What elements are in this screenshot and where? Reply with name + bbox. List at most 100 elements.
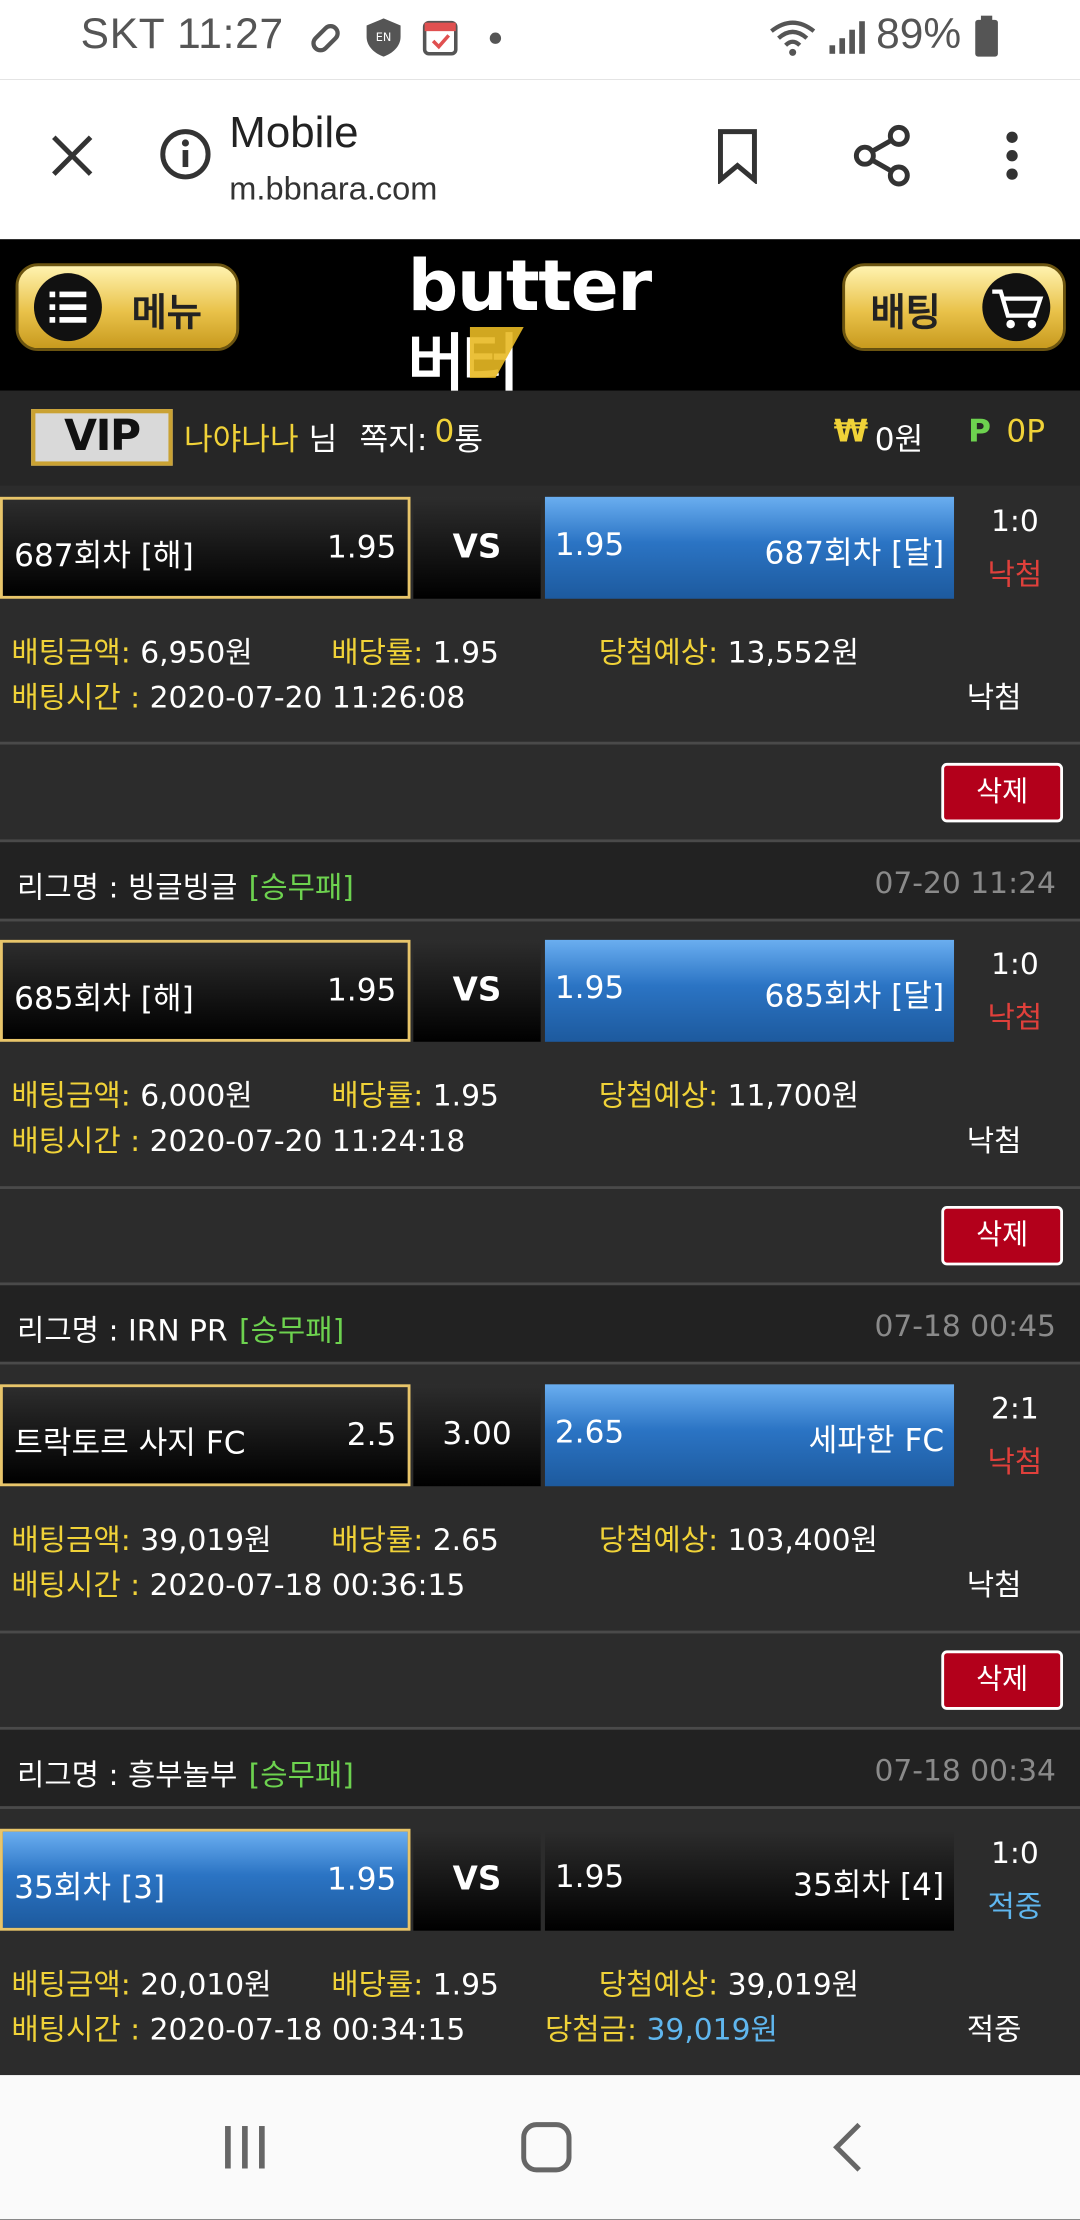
vpn-shield-icon: EN <box>366 18 401 57</box>
bet-amount-label: 배팅금액: <box>11 1078 131 1113</box>
match-result: 낙첨 <box>987 557 1043 592</box>
dot-icon <box>489 32 502 44</box>
vs-label: VS <box>413 496 541 599</box>
away-team-option[interactable]: 2.65 세파한 FC <box>544 1384 955 1487</box>
status-bar: SKT 11:27 EN 89% <box>0 0 1080 80</box>
betting-label: 배팅 <box>870 291 941 336</box>
home-team-option[interactable]: 685회차 [해] 1.95 <box>0 939 411 1042</box>
bet-amount-label: 배팅금액: <box>11 1967 131 2002</box>
odds-rate: 1.95 <box>432 635 499 670</box>
away-odds: 1.95 <box>554 527 625 564</box>
back-icon[interactable] <box>829 2120 866 2174</box>
expected-win-label: 당첨예상: <box>598 1967 719 2002</box>
league-name: IRN PR <box>127 1313 228 1348</box>
betting-button[interactable]: 배팅 <box>842 263 1066 352</box>
league-type: [승무패] <box>248 870 354 905</box>
share-icon[interactable] <box>852 124 911 187</box>
bet-amount: 20,010원 <box>140 1967 272 2002</box>
user-info-bar: VIP 나야나나 님 쪽지: 0 통 ₩ 0원 P 0P <box>0 390 1080 487</box>
list-icon <box>33 273 102 342</box>
league-name: 빙글빙글 <box>127 870 238 905</box>
home-team-option[interactable]: 트락토르 사지 FC 2.5 <box>0 1384 411 1487</box>
bet-time: 2020-07-20 11:26:08 <box>149 680 466 715</box>
match-score: 2:1 <box>990 1391 1039 1426</box>
bet-card: 685회차 [해] 1.95 VS 1.95 685회차 [달] 1:0 낙첨 … <box>0 928 1080 1187</box>
battery-percent: 89% <box>876 11 962 59</box>
vs-label: VS <box>413 939 541 1042</box>
league-label: 리그명 : <box>16 1313 128 1348</box>
bookmark-icon[interactable] <box>713 127 761 185</box>
bet-time-label: 배팅시간 : <box>11 1568 141 1603</box>
away-team-option[interactable]: 1.95 685회차 [달] <box>544 939 955 1042</box>
recent-apps-icon[interactable] <box>221 2123 269 2171</box>
league-date: 07-18 00:45 <box>874 1309 1056 1344</box>
home-team-name: 685회차 [해] <box>14 982 194 1018</box>
delete-button[interactable]: 삭제 <box>941 1650 1064 1710</box>
away-odds: 1.95 <box>554 971 625 1007</box>
home-team-option[interactable]: 687회차 [해] 1.95 <box>0 496 411 599</box>
away-team-option[interactable]: 1.95 35회차 [4] <box>544 1828 955 1931</box>
league-date: 07-20 11:24 <box>874 866 1056 901</box>
match-result: 적중 <box>987 1889 1043 1924</box>
browser-toolbar: Mobile m.bbnara.com <box>0 79 1080 241</box>
messages-count[interactable]: 0 <box>435 415 455 450</box>
away-team-name: 685회차 [달] <box>764 979 945 1015</box>
messages-unit: 통 <box>454 423 484 459</box>
league-header: 리그명 : 흥부놀부 [승무패] 07-18 00:34 <box>0 1726 1080 1809</box>
expected-win-label: 당첨예상: <box>598 1078 719 1113</box>
bet-time-label: 배팅시간 : <box>11 1123 141 1158</box>
delete-button[interactable]: 삭제 <box>941 1205 1064 1266</box>
home-odds: 1.95 <box>326 530 397 567</box>
away-team-name: 687회차 [달] <box>764 536 945 572</box>
bet-status: 낙첨 <box>966 680 1022 715</box>
league-header: 리그명 : IRN PR [승무패] 07-18 00:45 <box>0 1282 1080 1365</box>
signal-icon <box>829 21 865 54</box>
page-url[interactable]: m.bbnara.com <box>229 170 437 208</box>
odds-rate: 1.95 <box>432 1078 499 1113</box>
menu-label: 메뉴 <box>131 291 202 336</box>
bet-time: 2020-07-20 11:24:18 <box>149 1123 466 1158</box>
odds-rate-label: 배당률: <box>331 635 424 670</box>
expected-win: 13,552원 <box>727 635 859 670</box>
match-score: 1:0 <box>990 946 1039 981</box>
away-team-name: 35회차 [4] <box>793 1868 945 1904</box>
system-nav-bar <box>0 2075 1080 2220</box>
calendar-icon <box>422 20 458 56</box>
league-type: [승무패] <box>238 1313 345 1348</box>
league-type: [승무패] <box>248 1758 354 1792</box>
bet-amount: 6,000원 <box>140 1078 253 1113</box>
close-icon[interactable] <box>48 132 96 180</box>
league-label: 리그명 : <box>16 870 128 905</box>
points-balance: 0P <box>1006 414 1045 451</box>
divider <box>0 1630 1080 1634</box>
odds-rate: 1.95 <box>432 1967 499 2002</box>
bet-status: 낙첨 <box>966 1568 1022 1603</box>
match-score: 1:0 <box>990 503 1039 538</box>
info-icon[interactable] <box>159 127 213 181</box>
bet-amount-label: 배팅금액: <box>11 635 131 670</box>
bet-time: 2020-07-18 00:34:15 <box>149 2012 466 2047</box>
svg-text:EN: EN <box>376 30 392 44</box>
away-odds: 2.65 <box>554 1415 625 1451</box>
away-odds: 1.95 <box>554 1859 625 1896</box>
divider <box>0 741 1080 745</box>
point-icon: P <box>968 414 992 451</box>
divider <box>0 1186 1080 1189</box>
draw-odds[interactable]: 3.00 <box>413 1384 541 1487</box>
messages-label[interactable]: 쪽지: <box>360 415 428 460</box>
home-icon[interactable] <box>519 2120 573 2174</box>
away-team-option[interactable]: 1.95 687회차 [달] <box>544 496 955 599</box>
page-title: Mobile <box>229 107 359 158</box>
won-icon: ₩ <box>833 414 869 451</box>
more-options-icon[interactable] <box>1004 130 1021 181</box>
delete-button[interactable]: 삭제 <box>941 762 1064 823</box>
home-odds: 1.95 <box>326 973 397 1010</box>
prize-label: 당첨금: <box>544 2012 638 2047</box>
battery-icon <box>975 15 998 57</box>
home-team-option[interactable]: 35회차 [3] 1.95 <box>0 1828 411 1931</box>
menu-button[interactable]: 메뉴 <box>15 263 240 352</box>
league-name: 흥부놀부 <box>127 1758 238 1792</box>
odds-rate-label: 배당률: <box>331 1967 424 2002</box>
vs-label: VS <box>413 1828 541 1931</box>
league-label: 리그명 : <box>16 1758 128 1792</box>
